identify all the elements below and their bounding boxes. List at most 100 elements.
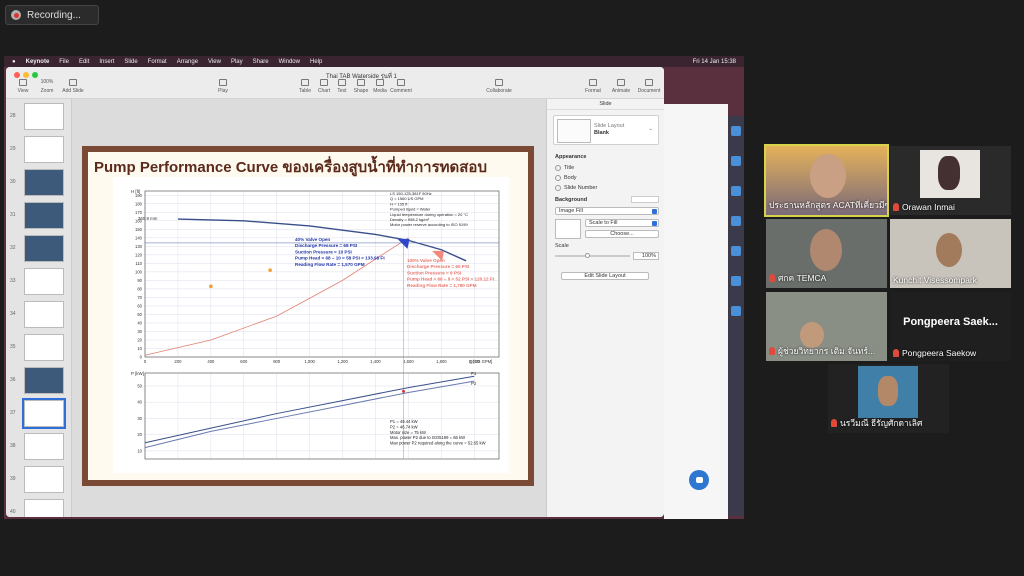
slide-thumbnail[interactable] [24, 499, 64, 517]
y-tick-label: 30 [137, 416, 142, 421]
slide-number: 35 [10, 344, 16, 350]
view-icon [19, 79, 27, 86]
participant-tile[interactable]: ศกค TEMCA [766, 219, 887, 288]
animate-button[interactable]: Animate [606, 79, 636, 94]
menu-help[interactable]: Help [310, 59, 322, 65]
slide-layout-selector[interactable]: Slide Layout Blank ⌄ [553, 115, 659, 145]
choose-button[interactable]: Choose... [585, 230, 659, 238]
zoom-window-button[interactable] [32, 72, 38, 78]
slide-thumbnail[interactable] [24, 202, 64, 229]
scale-slider[interactable] [555, 253, 630, 258]
x-tick-label: 1,400 [370, 359, 381, 364]
menu-app-name[interactable]: Keynote [26, 59, 50, 65]
menu-file[interactable]: File [59, 59, 69, 65]
comment-button[interactable]: Comment [386, 79, 416, 94]
slide-thumbnail[interactable] [24, 433, 64, 460]
slide-thumbnail[interactable] [22, 398, 66, 429]
background-heading: Background [555, 196, 588, 203]
slider-knob[interactable] [585, 253, 590, 258]
participant-tile[interactable]: Kunchit Visessompark [890, 219, 1011, 288]
slide-number: 32 [10, 245, 16, 251]
participant-tile[interactable]: Orawan Inmai [890, 146, 1011, 215]
slide-canvas[interactable]: Pump Performance Curve ของเครื่องสูบน้ำท… [72, 99, 546, 517]
chat-button[interactable] [689, 470, 709, 490]
plus-icon [69, 79, 77, 86]
add-slide-button[interactable]: Add Slide [58, 79, 88, 94]
annotation-40-text: Reading Flow Rate = 1,570 GPM [295, 262, 365, 267]
app-icon[interactable] [731, 156, 741, 166]
info-text: Motor size = 75 kW [390, 430, 426, 435]
y-tick-label: 20 [137, 337, 142, 342]
curve-label: 360.9 mm [138, 216, 158, 221]
slide-thumbnail[interactable] [24, 103, 64, 130]
scale-label: Scale [555, 243, 569, 249]
window-controls [14, 72, 38, 78]
appearance-heading: Appearance [555, 154, 587, 160]
participant-name: Kunchit Visessompark [893, 275, 977, 285]
participant-tile[interactable]: ประธานหลักสูตร ACATทีเคี่ยวมีซับ [764, 144, 889, 217]
menu-slide[interactable]: Slide [124, 59, 137, 65]
y-tick-label: 70 [137, 295, 142, 300]
app-icon[interactable] [731, 276, 741, 286]
menu-format[interactable]: Format [148, 59, 167, 65]
title-checkbox[interactable]: Title [555, 165, 659, 171]
apple-icon[interactable]: ● [12, 59, 16, 65]
play-button[interactable]: Play [208, 79, 238, 94]
menu-share[interactable]: Share [253, 59, 269, 65]
keynote-window: Thai TAB Waterside รุ่นที่ 1 View 100% Zo… [6, 67, 664, 517]
menu-view[interactable]: View [208, 59, 221, 65]
slide-thumbnail[interactable] [24, 136, 64, 163]
slide-thumbnail[interactable] [24, 466, 64, 493]
menu-edit[interactable]: Edit [79, 59, 89, 65]
app-icon[interactable] [731, 126, 741, 136]
scale-value-field[interactable]: 100% [633, 252, 659, 260]
mac-menubar: ● Keynote File Edit Insert Slide Format … [4, 56, 744, 67]
y-tick-label: 120 [135, 252, 143, 257]
menu-insert[interactable]: Insert [99, 59, 114, 65]
slide-thumbnail[interactable] [24, 301, 64, 328]
slide-number: 37 [10, 410, 16, 416]
edit-slide-layout-button[interactable]: Edit Slide Layout [561, 272, 649, 280]
background-color-well[interactable] [631, 196, 659, 203]
slide-thumbnail[interactable] [24, 235, 64, 262]
minimize-window-button[interactable] [23, 72, 29, 78]
menu-arrange[interactable]: Arrange [177, 59, 198, 65]
y-tick-label: 140 [135, 235, 143, 240]
image-well[interactable] [555, 219, 581, 239]
document-button[interactable]: Document [634, 79, 664, 94]
slide-thumbnail[interactable] [24, 334, 64, 361]
slide-thumbnail[interactable] [24, 169, 64, 196]
participant-tile[interactable]: นรวีมณี ธีรัญศักดาเลิศ [828, 364, 949, 433]
scale-mode-select[interactable]: Scale to Fill [585, 219, 659, 227]
series-label: P2 [471, 381, 477, 386]
menubar-clock[interactable]: Fri 14 Jan 15:38 [693, 59, 736, 65]
comment-icon [397, 79, 405, 86]
slide-number: 30 [10, 179, 16, 185]
participant-name: ศกค TEMCA [769, 271, 826, 285]
layout-value: Blank [594, 130, 609, 136]
slide-number-checkbox[interactable]: Slide Number [555, 185, 659, 191]
participant-tile[interactable]: Pongpeera Saek... Pongpeera Saekow [890, 292, 1011, 361]
x-axis-label: Q [US GPM] [469, 359, 492, 364]
menu-play[interactable]: Play [231, 59, 243, 65]
menu-window[interactable]: Window [279, 59, 300, 65]
slide-navigator[interactable]: 28 29 30 31 32 33 34 35 36 37 38 39 40 [6, 99, 72, 517]
annotation-100-text: Suction Pressure = 9 PSI [407, 270, 461, 275]
app-icon[interactable] [731, 216, 741, 226]
fill-type-select[interactable]: Image Fill [555, 207, 659, 215]
app-icon[interactable] [731, 306, 741, 316]
close-window-button[interactable] [14, 72, 20, 78]
y-tick-label: 40 [137, 400, 142, 405]
collaborate-button[interactable]: Collaborate [484, 79, 514, 94]
annotation-100-text: Reading Flow Rate = 1,780 GPM [407, 283, 477, 288]
participant-tile[interactable]: ผู้ช่วยวิทยากร เติม จันทร์... [766, 292, 887, 361]
app-icon[interactable] [731, 186, 741, 196]
format-button[interactable]: Format [578, 79, 608, 94]
app-icon[interactable] [731, 246, 741, 256]
body-checkbox[interactable]: Body [555, 175, 659, 181]
slide-37[interactable]: Pump Performance Curve ของเครื่องสูบน้ำท… [82, 146, 534, 486]
y-tick-label: 10 [137, 448, 142, 453]
slide-thumbnail[interactable] [24, 268, 64, 295]
recording-indicator[interactable]: Recording... [5, 5, 99, 25]
slide-thumbnail[interactable] [24, 367, 64, 394]
